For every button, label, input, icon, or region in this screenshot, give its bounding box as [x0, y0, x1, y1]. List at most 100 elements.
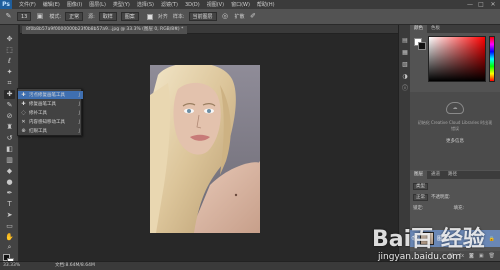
- source-sampled-button[interactable]: 取样: [98, 12, 117, 21]
- content-aware-move-icon: ✕: [21, 119, 26, 125]
- options-bar: ✎ 13 ▣ 模式: 正常 源: 取样 图案 对齐 样本: 当前图层 ◎ 扩散 …: [0, 9, 500, 25]
- sample-select[interactable]: 当前图层: [188, 12, 217, 21]
- layer-kind-filter[interactable]: 类型: [413, 182, 428, 190]
- adjustments-panel-icon[interactable]: ◑: [401, 73, 409, 81]
- brush-tool-icon[interactable]: ✎: [4, 101, 15, 110]
- blend-mode-select[interactable]: 正常: [413, 193, 428, 201]
- menu-select[interactable]: 选择(S): [137, 1, 154, 8]
- tab-layers[interactable]: 图层: [410, 171, 427, 179]
- menu-window[interactable]: 窗口(W): [231, 1, 250, 8]
- pen-tool-icon[interactable]: ✒: [4, 189, 15, 198]
- sample-label: 样本:: [172, 14, 185, 20]
- lock-label: 锁定:: [413, 206, 424, 211]
- fill-label: 填充:: [453, 206, 465, 211]
- healing-brush-icon: ✚: [21, 101, 26, 107]
- tab-paths[interactable]: 路径: [444, 171, 461, 179]
- menu-image[interactable]: 图像(I): [67, 1, 82, 8]
- tab-channels[interactable]: 通道: [427, 171, 444, 179]
- shape-tool-icon[interactable]: ▭: [4, 222, 15, 231]
- brush-size-picker[interactable]: 13: [17, 12, 32, 21]
- minimize-button[interactable]: —: [466, 1, 474, 8]
- history-panel-icon[interactable]: ▤: [401, 37, 409, 45]
- zoom-tool-icon[interactable]: ⌕: [4, 243, 15, 252]
- color-panel-tabs: 颜色 色板: [410, 25, 500, 33]
- healing-brush-tool-icon[interactable]: ✚: [4, 90, 15, 99]
- brush-panel-icon[interactable]: ▧: [401, 61, 409, 69]
- eyedropper-tool-icon[interactable]: ⊘: [4, 112, 15, 121]
- source-pattern-button[interactable]: 图案: [120, 12, 139, 21]
- path-select-tool-icon[interactable]: ➤: [4, 211, 15, 220]
- color-picker-field[interactable]: [428, 36, 486, 82]
- ignore-adjustment-icon[interactable]: ◎: [221, 12, 230, 21]
- hue-slider[interactable]: [489, 36, 495, 82]
- document-size[interactable]: 文档:8.64M/8.64M: [55, 262, 95, 270]
- marquee-tool-icon[interactable]: ⬚: [4, 46, 15, 55]
- maximize-button[interactable]: □: [477, 1, 485, 8]
- pressure-icon[interactable]: ✐: [249, 12, 258, 21]
- history-brush-tool-icon[interactable]: ↺: [4, 134, 15, 143]
- blur-tool-icon[interactable]: ◆: [4, 167, 15, 176]
- menu-type[interactable]: 类型(Y): [113, 1, 130, 8]
- creative-cloud-icon: ☁: [446, 102, 464, 114]
- type-tool-icon[interactable]: T: [4, 200, 15, 209]
- flyout-healing-brush[interactable]: ✚ 修复画笔工具 J: [18, 100, 83, 108]
- flyout-content-aware-move[interactable]: ✕ 内容感知移动工具 J: [18, 118, 83, 126]
- menu-bar: Ps 文件(F) 编辑(E) 图像(I) 图层(L) 类型(Y) 选择(S) 滤…: [0, 0, 500, 9]
- zoom-level[interactable]: 33.33%: [3, 262, 20, 270]
- more-info-button[interactable]: 更多信息: [441, 138, 469, 146]
- eraser-tool-icon[interactable]: ◧: [4, 145, 15, 154]
- menu-layer[interactable]: 图层(L): [89, 1, 106, 8]
- menu-view[interactable]: 视图(V): [207, 1, 224, 8]
- stamp-tool-icon[interactable]: ♜: [4, 123, 15, 132]
- flyout-item-shortcut: J: [78, 110, 80, 116]
- mode-label: 模式:: [49, 14, 62, 20]
- layer-blend-row: 正常 不透明度:: [413, 193, 497, 201]
- lasso-tool-icon[interactable]: ℓ: [4, 57, 15, 66]
- canvas-area[interactable]: [20, 35, 398, 261]
- document-tab-bar: 8f0b8b57a9f0000000b23f0b8b57a9...jpg @ 3…: [20, 25, 400, 34]
- watermark-url: jingyan.baidu.com: [378, 252, 462, 262]
- panel-background-swatch[interactable]: [418, 42, 426, 50]
- aligned-checkbox[interactable]: [146, 13, 153, 20]
- patch-icon: ◌: [21, 110, 26, 116]
- healing-brush-icon[interactable]: ✎: [4, 12, 13, 21]
- close-document-icon[interactable]: ×: [174, 26, 178, 32]
- menu-filter[interactable]: 滤镜(T): [161, 1, 178, 8]
- flyout-item-label: 污点修复画笔工具: [29, 93, 65, 98]
- photoshop-window: Ps 文件(F) 编辑(E) 图像(I) 图层(L) 类型(Y) 选择(S) 滤…: [0, 0, 500, 270]
- close-window-button[interactable]: ✕: [489, 1, 497, 8]
- quick-select-tool-icon[interactable]: ✦: [4, 68, 15, 77]
- portrait-image[interactable]: [150, 65, 260, 233]
- document-tab[interactable]: 8f0b8b57a9f0000000b23f0b8b57a9...jpg @ 3…: [22, 26, 188, 34]
- flyout-spot-healing-brush[interactable]: ✚ 污点修复画笔工具 J: [18, 91, 83, 99]
- flyout-item-shortcut: J: [78, 92, 80, 98]
- menu-file[interactable]: 文件(F): [19, 1, 36, 8]
- dodge-tool-icon[interactable]: ●: [4, 178, 15, 187]
- libraries-error-text: 初始化 Creative Cloud Libraries 时出现错误: [417, 120, 493, 131]
- move-tool-icon[interactable]: ✥: [4, 35, 15, 44]
- flyout-patch-tool[interactable]: ◌ 修补工具 J: [18, 109, 83, 117]
- crop-tool-icon[interactable]: ⌗: [4, 79, 15, 88]
- healing-tools-flyout: ✚ 污点修复画笔工具 J ✚ 修复画笔工具 J ◌ 修补工具 J ✕ 内容感知移…: [17, 88, 83, 136]
- red-eye-icon: ⊕: [21, 128, 26, 134]
- properties-panel-icon[interactable]: ▦: [401, 49, 409, 57]
- flyout-red-eye-tool[interactable]: ⊕ 红眼工具 J: [18, 127, 83, 135]
- menu-3d[interactable]: 3D(D): [185, 2, 200, 8]
- tab-color[interactable]: 颜色: [410, 25, 427, 33]
- mode-select[interactable]: 正常: [65, 12, 84, 21]
- gradient-tool-icon[interactable]: ▥: [4, 156, 15, 165]
- tools-panel: ✥ ⬚ ℓ ✦ ⌗ ✚ ✎ ⊘ ♜ ↺ ◧ ▥ ◆ ● ✒ T ➤ ▭ ✋ ⌕: [0, 25, 19, 265]
- source-label: 源:: [88, 14, 95, 20]
- layers-panel-tabs: 图层 通道 路径: [410, 171, 500, 179]
- flyout-item-label: 红眼工具: [29, 129, 47, 134]
- tab-swatches[interactable]: 色板: [427, 25, 444, 33]
- brush-settings-icon[interactable]: ▣: [35, 12, 44, 21]
- menu-help[interactable]: 帮助(H): [257, 1, 275, 8]
- layer-lock-row: 锁定: 填充:: [413, 204, 497, 212]
- info-panel-icon[interactable]: ⓘ: [401, 85, 409, 93]
- opacity-label: 不透明度:: [431, 195, 451, 200]
- flyout-item-label: 内容感知移动工具: [29, 120, 65, 125]
- libraries-panel: ☁ 初始化 Creative Cloud Libraries 时出现错误 更多信…: [410, 92, 500, 170]
- hand-tool-icon[interactable]: ✋: [4, 233, 15, 242]
- menu-edit[interactable]: 编辑(E): [43, 1, 60, 8]
